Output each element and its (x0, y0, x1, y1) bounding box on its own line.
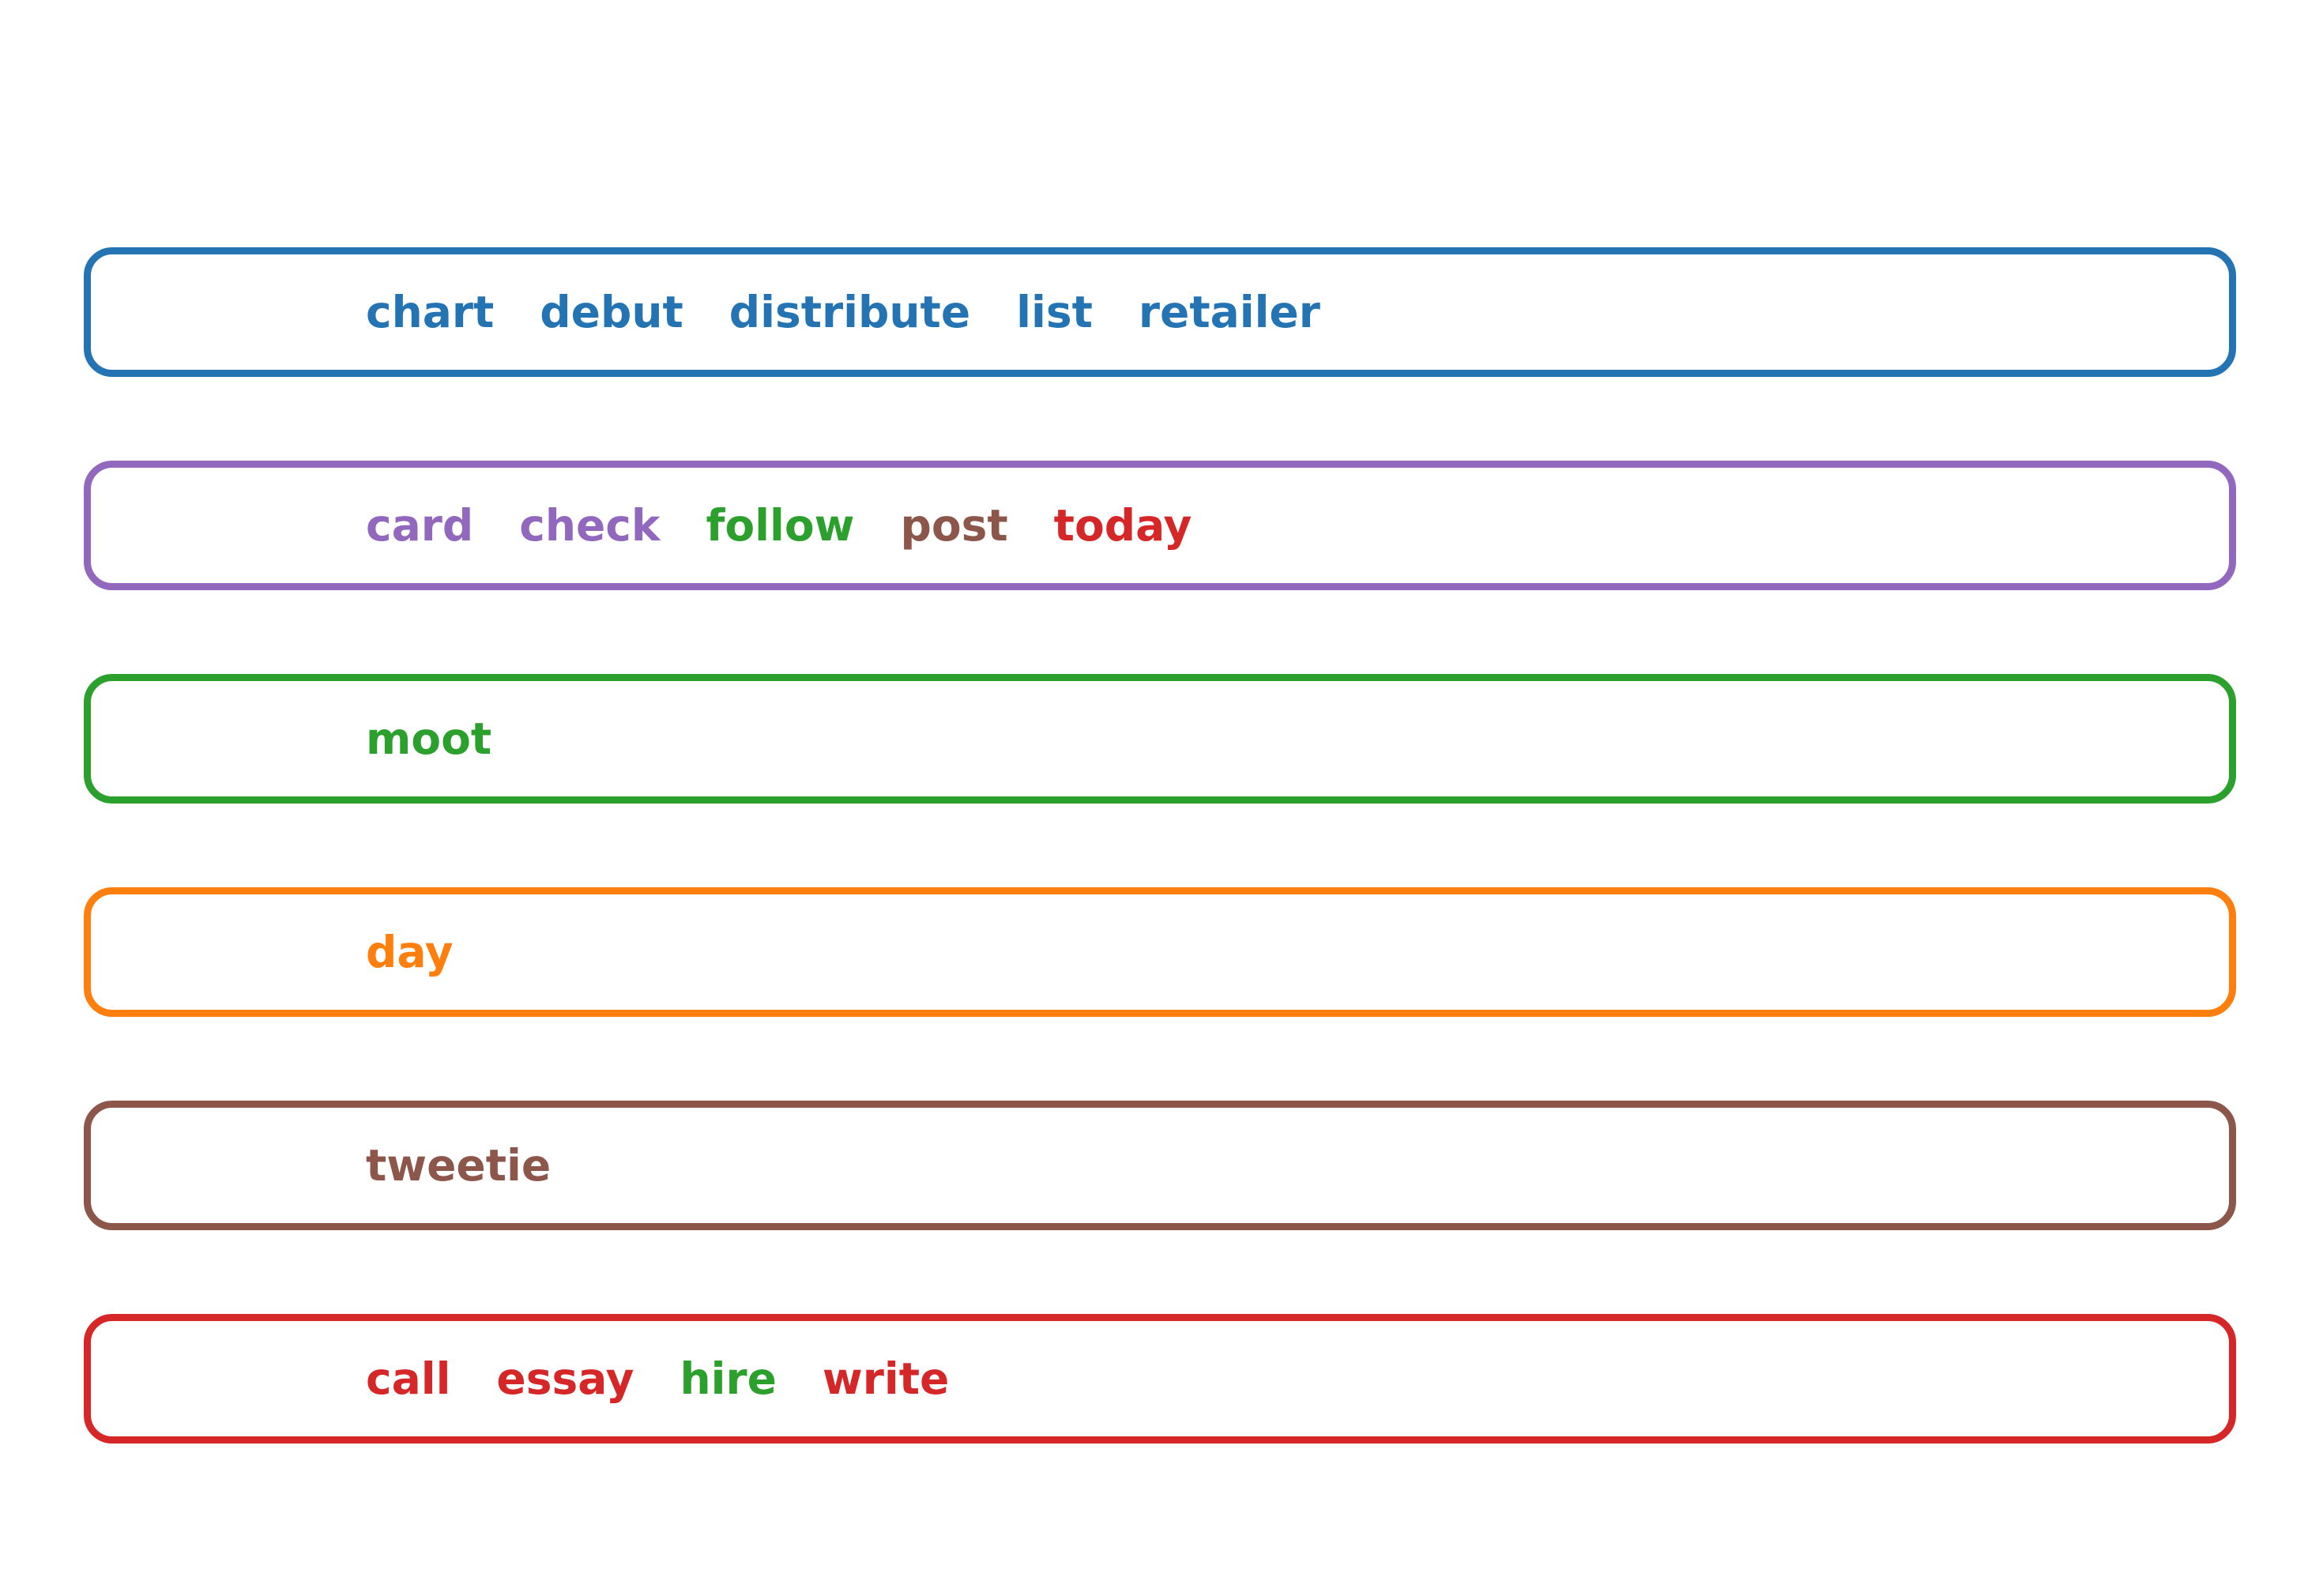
word-label: moot (366, 713, 492, 764)
word-label: retailer (1138, 286, 1320, 337)
word-list: chart debut distribute list retailer (366, 254, 1320, 370)
word-list: tweetie (366, 1108, 551, 1223)
word-label: day (366, 926, 454, 977)
word-label: chart (366, 286, 495, 337)
word-group-box: chart debut distribute list retailer (84, 247, 2236, 377)
word-label: check (519, 499, 661, 551)
word-group-box: moot (84, 674, 2236, 804)
word-label: today (1053, 499, 1192, 551)
word-label: card (366, 499, 474, 551)
word-label: tweetie (366, 1139, 552, 1191)
word-list: moot (366, 681, 491, 796)
word-group-box: call essay hire write (84, 1314, 2236, 1444)
word-group-box: card check follow post today (84, 461, 2236, 590)
word-group-diagram: chart debut distribute list retailer card chec… (0, 0, 2323, 1596)
word-group-box: day (84, 887, 2236, 1017)
word-label: distribute (729, 286, 971, 337)
word-list: day (366, 894, 454, 1010)
word-list: call essay hire write (366, 1321, 949, 1436)
word-label: list (1016, 286, 1093, 337)
word-label: essay (496, 1353, 634, 1404)
word-label: hire (680, 1353, 777, 1404)
word-label: post (900, 499, 1008, 551)
word-label: debut (540, 286, 683, 337)
word-label: call (366, 1353, 451, 1404)
word-label: write (822, 1353, 950, 1404)
word-label: follow (706, 499, 855, 551)
word-list: card check follow post today (366, 468, 1192, 583)
word-group-box: tweetie (84, 1101, 2236, 1230)
